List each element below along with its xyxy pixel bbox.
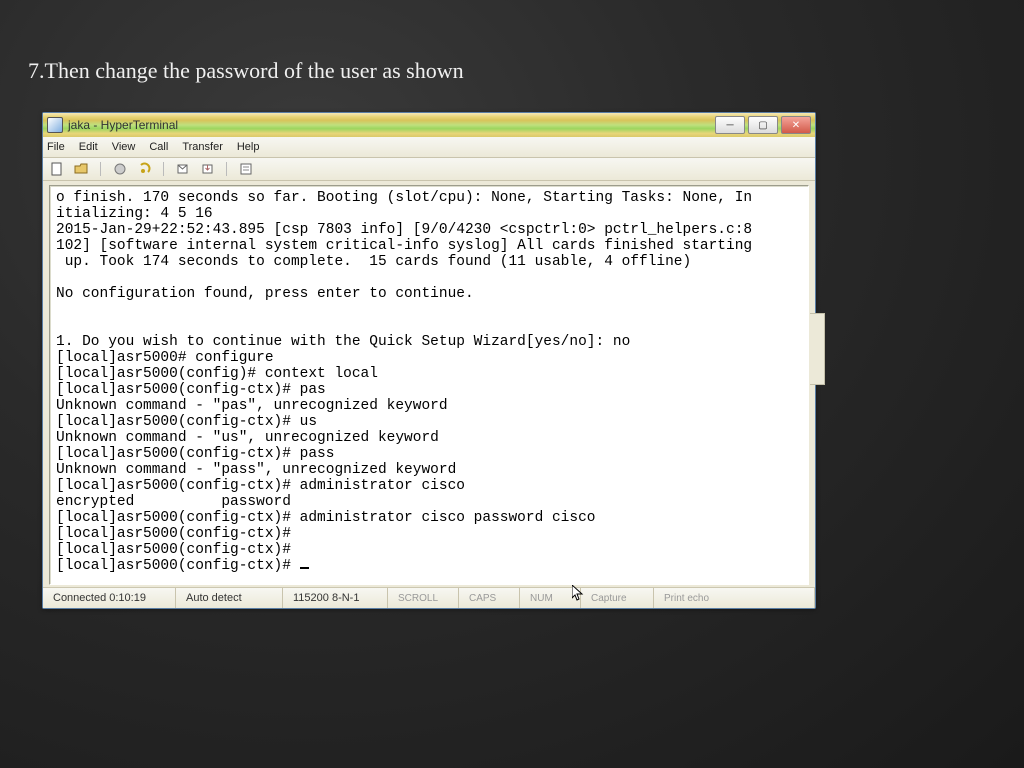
terminal-frame: o finish. 170 seconds so far. Booting (s… [43,181,815,587]
open-icon[interactable] [74,162,89,177]
slide-title: 7.Then change the password of the user a… [28,58,464,84]
minimize-button[interactable]: ─ [715,116,745,134]
menu-help[interactable]: Help [237,141,260,153]
properties-icon[interactable] [238,162,253,177]
hyperterminal-window: jaka - HyperTerminal ─ ▢ ✕ File Edit Vie… [42,112,816,609]
toolbar [43,158,815,181]
terminal-content: o finish. 170 seconds so far. Booting (s… [50,186,808,576]
new-icon[interactable] [49,162,64,177]
scrollbar[interactable] [810,313,825,385]
menu-transfer[interactable]: Transfer [182,141,223,153]
status-capture: Capture [581,588,654,608]
maximize-button[interactable]: ▢ [748,116,778,134]
close-button[interactable]: ✕ [781,116,811,134]
status-num: NUM [520,588,581,608]
status-scroll: SCROLL [388,588,459,608]
send-icon[interactable] [175,162,190,177]
menu-view[interactable]: View [112,141,136,153]
status-printecho: Print echo [654,588,815,608]
receive-icon[interactable] [200,162,215,177]
titlebar[interactable]: jaka - HyperTerminal ─ ▢ ✕ [43,113,815,137]
statusbar: Connected 0:10:19 Auto detect 115200 8-N… [43,587,815,608]
status-autodetect: Auto detect [176,588,283,608]
toolbar-divider [100,162,101,176]
slide: 7.Then change the password of the user a… [0,0,1024,768]
window-title: jaka - HyperTerminal [68,118,715,132]
status-connected: Connected 0:10:19 [43,588,176,608]
toolbar-divider [226,162,227,176]
menubar: File Edit View Call Transfer Help [43,137,815,158]
toolbar-divider [163,162,164,176]
terminal[interactable]: o finish. 170 seconds so far. Booting (s… [49,185,809,585]
connect-icon[interactable] [112,162,127,177]
app-icon [47,117,63,133]
menu-edit[interactable]: Edit [79,141,98,153]
menu-call[interactable]: Call [149,141,168,153]
menu-file[interactable]: File [47,141,65,153]
status-params: 115200 8-N-1 [283,588,388,608]
status-caps: CAPS [459,588,520,608]
disconnect-icon[interactable] [137,162,152,177]
